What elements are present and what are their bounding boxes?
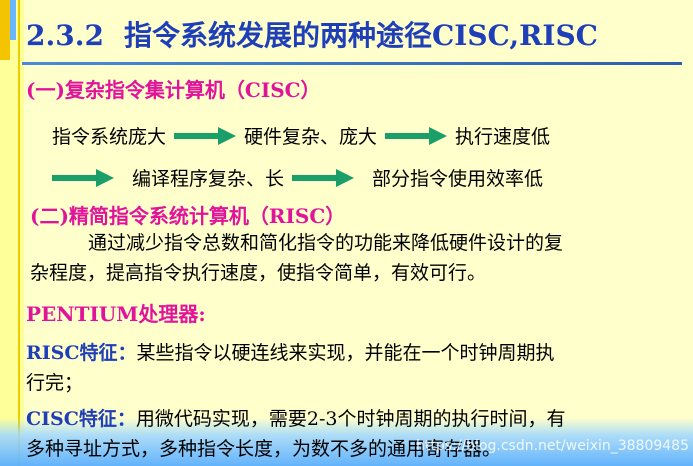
flow-item: 编译程序复杂、长 — [132, 168, 285, 190]
watermark: https://blog.csdn.net/weixin_38809485 — [415, 438, 689, 454]
section-number: 2.3.2 — [26, 19, 104, 52]
risc-desc-line: 杂程度，提高指令执行速度，使指令简单，有效可行。 — [30, 262, 487, 284]
flow-row-2: 编译程序复杂、长 部分指令使用效率低 — [52, 164, 543, 191]
left-stripe-decoration — [0, 0, 24, 466]
title-underline — [22, 62, 682, 65]
risc-heading: (二)精简指令系统计算机（RISC） — [30, 204, 346, 228]
flow-row-1: 指令系统庞大 硬件复杂、庞大 执行速度低 — [52, 122, 550, 149]
risc-desc-line: 通过减少指令总数和简化指令的功能来降低硬件设计的复 — [88, 232, 564, 254]
risc-description: 通过减少指令总数和简化指令的功能来降低硬件设计的复 杂程度，提高指令执行速度，使… — [30, 228, 670, 288]
cisc-feature-text: 用微代码实现，需要2-3个时钟周期的执行时间，有 — [135, 408, 566, 430]
flow-item: 硬件复杂、庞大 — [244, 126, 378, 148]
right-arrow-icon — [52, 168, 114, 187]
right-arrow-icon — [385, 126, 448, 145]
page-title: 2.3.2 指令系统发展的两种途径CISC,RISC — [26, 14, 598, 54]
cisc-feature: CISC特征：用微代码实现，需要2-3个时钟周期的执行时间，有 多种寻址方式，多… — [26, 404, 686, 464]
cisc-feature-label: CISC特征： — [26, 408, 136, 430]
flow-item: 指令系统庞大 — [52, 126, 167, 148]
flow-item: 执行速度低 — [455, 126, 551, 148]
right-arrow-icon — [292, 168, 355, 187]
risc-feature-text: 某些指令以硬连线来实现，并能在一个时钟周期执 — [136, 342, 555, 364]
flow-item: 部分指令使用效率低 — [372, 168, 544, 190]
title-text: 指令系统发展的两种途径CISC,RISC — [123, 19, 598, 52]
right-arrow-icon — [174, 126, 237, 145]
cisc-heading: (一)复杂指令集计算机（CISC） — [26, 78, 321, 102]
risc-feature-text-cont: 行完； — [26, 372, 84, 394]
risc-feature: RISC特征：某些指令以硬连线来实现，并能在一个时钟周期执 行完； — [26, 338, 676, 398]
risc-feature-label: RISC特征： — [26, 342, 137, 364]
pentium-label: PENTIUM处理器: — [26, 302, 206, 326]
